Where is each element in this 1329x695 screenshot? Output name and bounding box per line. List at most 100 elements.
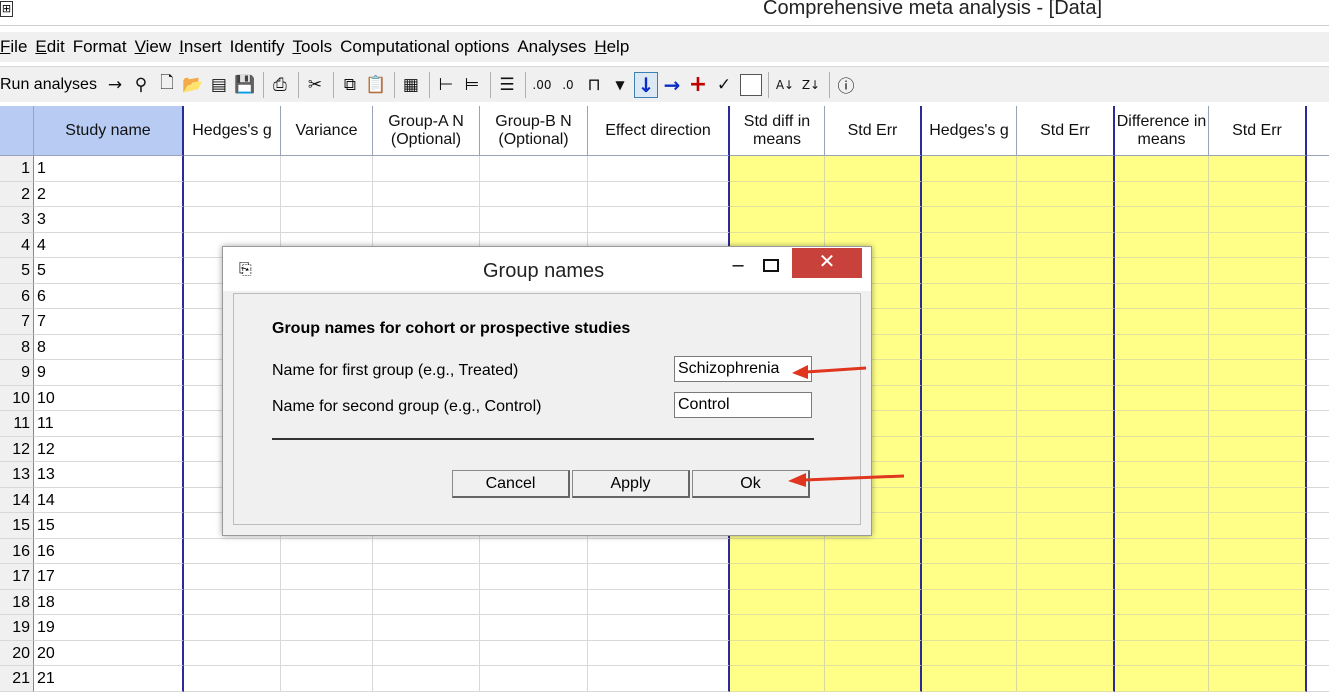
grid-cell[interactable] [922, 360, 1017, 386]
grid-cell[interactable] [1307, 207, 1329, 233]
grid-cell[interactable] [1017, 538, 1115, 564]
grid-cell[interactable] [922, 232, 1017, 258]
grid-cell[interactable] [1115, 360, 1209, 386]
grid-cell[interactable] [1209, 283, 1307, 309]
grid-cell[interactable] [480, 589, 588, 615]
grid-cell[interactable] [1307, 233, 1329, 258]
grid-cell[interactable] [1307, 335, 1329, 360]
grid-cell[interactable] [1209, 462, 1307, 488]
study-name-cell[interactable]: 2 [34, 181, 184, 207]
grid-cell[interactable] [588, 640, 730, 666]
grid-cell[interactable] [730, 156, 825, 182]
minimize-button[interactable]: – [726, 251, 750, 281]
row-number[interactable]: 7 [0, 309, 34, 335]
row-number[interactable]: 21 [0, 666, 34, 692]
row-number[interactable]: 14 [0, 487, 34, 513]
row-number[interactable]: 18 [0, 589, 34, 615]
print-icon[interactable]: ⎙ [268, 72, 292, 98]
grid-cell[interactable] [1115, 181, 1209, 207]
grid-cell[interactable] [730, 589, 825, 615]
grid-cell[interactable] [1115, 436, 1209, 462]
grid-cell[interactable] [1209, 538, 1307, 564]
row-header-corner[interactable] [0, 106, 34, 156]
grid-cell[interactable] [922, 615, 1017, 641]
run-analyses-button[interactable]: Run analyses [0, 76, 97, 94]
row-number[interactable]: 5 [0, 258, 34, 284]
grid-cell[interactable] [825, 181, 922, 207]
apply-button[interactable]: Apply [572, 470, 690, 498]
grid-cell[interactable] [922, 334, 1017, 360]
row-number[interactable]: 3 [0, 207, 34, 233]
run-arrow-icon[interactable]: → [103, 72, 127, 98]
grid-cell[interactable] [1017, 436, 1115, 462]
grid-cell[interactable] [922, 538, 1017, 564]
grid-cell[interactable] [1307, 386, 1329, 411]
grid-cell[interactable] [922, 513, 1017, 539]
grid-cell[interactable] [1307, 437, 1329, 462]
grid-cell[interactable] [1307, 182, 1329, 207]
grid-cell[interactable] [1307, 666, 1329, 692]
grid-cell[interactable] [1115, 538, 1209, 564]
study-name-cell[interactable]: 13 [34, 462, 184, 488]
grid-cell[interactable] [730, 181, 825, 207]
grid-cell[interactable] [373, 181, 480, 207]
grid-cell[interactable] [1017, 334, 1115, 360]
study-name-cell[interactable]: 16 [34, 538, 184, 564]
menu-file[interactable]: File [0, 37, 33, 57]
column-header[interactable]: Hedges's g [184, 106, 281, 156]
grid-cell[interactable] [730, 538, 825, 564]
grid-cell[interactable] [1115, 385, 1209, 411]
grid-cell[interactable] [1209, 615, 1307, 641]
grid-cell[interactable] [281, 640, 373, 666]
grid-cell[interactable] [1209, 258, 1307, 284]
menu-edit[interactable]: Edit [35, 37, 70, 57]
grid-cell[interactable] [825, 156, 922, 182]
grid-cell[interactable] [1017, 385, 1115, 411]
grid-cell[interactable] [1209, 436, 1307, 462]
study-name-cell[interactable]: 7 [34, 309, 184, 335]
grid-cell[interactable] [1115, 615, 1209, 641]
grid-cell[interactable] [373, 640, 480, 666]
study-name-cell[interactable]: 9 [34, 360, 184, 386]
grid-cell[interactable] [1307, 615, 1329, 641]
grid-cell[interactable] [588, 666, 730, 692]
close-button[interactable]: ✕ [792, 248, 862, 278]
row-number[interactable]: 8 [0, 334, 34, 360]
grid-cell[interactable] [1017, 156, 1115, 182]
grid-cell[interactable] [184, 615, 281, 641]
sort-descending-icon[interactable]: Z↓ [799, 72, 823, 98]
move-right-icon[interactable]: → [660, 72, 684, 98]
grid-cell[interactable] [922, 436, 1017, 462]
grid-cell[interactable] [588, 564, 730, 590]
add-icon[interactable]: + [686, 72, 710, 98]
grid-cell[interactable] [1307, 564, 1329, 590]
paste-icon[interactable]: 📋 [364, 72, 388, 98]
menu-analyses[interactable]: Analyses [517, 37, 592, 57]
grid-cell[interactable] [1017, 462, 1115, 488]
grid-cell[interactable] [730, 207, 825, 233]
grid-cell[interactable] [922, 309, 1017, 335]
grid-cell[interactable] [1307, 258, 1329, 284]
grid-cell[interactable] [1209, 309, 1307, 335]
grid-cell[interactable] [184, 207, 281, 233]
column-header[interactable]: Std diff in means [730, 106, 825, 156]
grid-cell[interactable] [480, 538, 588, 564]
grid-cell[interactable] [1209, 232, 1307, 258]
grid-cell[interactable] [1017, 411, 1115, 437]
grid-cell[interactable] [1017, 181, 1115, 207]
grid-cell[interactable] [281, 156, 373, 182]
open-folder-icon[interactable]: 📂 [181, 72, 205, 98]
row-number[interactable]: 16 [0, 538, 34, 564]
grid-cell[interactable] [825, 640, 922, 666]
save-icon[interactable]: 💾 [233, 72, 257, 98]
menu-tools[interactable]: Tools [292, 37, 338, 57]
study-name-cell[interactable]: 8 [34, 334, 184, 360]
table-icon[interactable]: ⊞ [0, 1, 13, 17]
grid-cell[interactable] [1209, 666, 1307, 692]
grid-cell[interactable] [1209, 564, 1307, 590]
maximize-button[interactable] [759, 251, 783, 281]
column-header[interactable]: Variance [281, 106, 373, 156]
row-number[interactable]: 9 [0, 360, 34, 386]
grid-cell[interactable] [184, 181, 281, 207]
grid-cell[interactable] [1209, 589, 1307, 615]
